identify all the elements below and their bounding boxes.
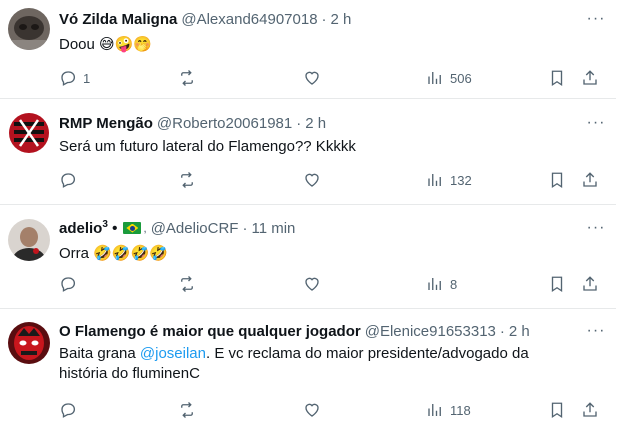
tweet-header: RMP Mengão @Roberto20061981 · 2 h xyxy=(59,113,576,133)
retweet-button[interactable] xyxy=(178,67,196,89)
reply-button[interactable] xyxy=(59,273,77,295)
tweet-header: O Flamengo é maior que qualquer jogador … xyxy=(59,321,576,341)
more-options-icon[interactable]: ··· xyxy=(582,9,610,29)
like-button[interactable] xyxy=(303,399,321,421)
views-button[interactable]: 8 xyxy=(426,273,457,295)
tweet-header: Vó Zilda Maligna @Alexand64907018 · 2 h xyxy=(59,9,576,29)
tweet-text: Baita grana @joseilan. E vc reclama do m… xyxy=(59,345,529,382)
bookmark-button[interactable] xyxy=(548,67,566,89)
brazil-flag-icon xyxy=(123,222,142,234)
retweet-icon xyxy=(181,402,193,418)
tweet-text: Orra 🤣🤣🤣🤣 xyxy=(59,245,168,262)
retweet-button[interactable] xyxy=(178,273,196,295)
views-button[interactable]: 118 xyxy=(426,399,471,421)
views-button[interactable]: 506 xyxy=(426,67,472,89)
mention-link[interactable]: @joseilan xyxy=(140,345,206,362)
tweet[interactable]: O Flamengo é maior que qualquer jogador … xyxy=(0,309,616,444)
timestamp[interactable]: 2 h xyxy=(305,115,326,132)
views-chart-icon xyxy=(428,174,441,186)
retweet-icon xyxy=(181,70,193,86)
share-button[interactable] xyxy=(581,169,599,191)
action-bar: 132 xyxy=(59,169,599,191)
like-button[interactable] xyxy=(303,169,321,191)
heart-icon xyxy=(305,403,319,417)
reply-feed: Vó Zilda Maligna @Alexand64907018 · 2 h … xyxy=(0,0,624,444)
share-button[interactable] xyxy=(581,67,599,89)
view-count: 506 xyxy=(450,70,472,86)
views-chart-icon xyxy=(428,278,441,290)
bookmark-icon xyxy=(551,402,563,419)
tweet-text: Será um futuro lateral do Flamengo?? Kkk… xyxy=(59,138,356,155)
separator-dot: · xyxy=(296,114,302,132)
user-handle[interactable]: @AdelioCRF xyxy=(151,220,239,237)
heart-icon xyxy=(305,173,319,187)
retweet-button[interactable] xyxy=(178,399,196,421)
avatar[interactable] xyxy=(8,322,50,364)
heart-icon xyxy=(305,71,319,85)
timestamp[interactable]: 11 min xyxy=(251,220,295,237)
reply-button[interactable]: 1 xyxy=(59,67,90,89)
avatar[interactable] xyxy=(8,219,50,261)
share-icon xyxy=(583,402,597,417)
more-options-icon[interactable]: ··· xyxy=(582,113,610,133)
reply-icon xyxy=(61,71,76,86)
bookmark-button[interactable] xyxy=(548,273,566,295)
separator-dot: · xyxy=(499,322,505,340)
like-button[interactable] xyxy=(303,273,321,295)
share-icon xyxy=(583,70,597,85)
action-bar: 118 xyxy=(59,399,599,421)
retweet-icon xyxy=(181,172,193,188)
action-bar: 1 506 xyxy=(59,67,599,89)
like-button[interactable] xyxy=(303,67,321,89)
reply-count: 1 xyxy=(83,70,91,86)
separator-dot: · xyxy=(321,10,327,28)
badge-comma: , xyxy=(143,221,147,235)
tweet[interactable]: Vó Zilda Maligna @Alexand64907018 · 2 h … xyxy=(0,0,616,99)
tweet-text: Doou 😅🤪🤭 xyxy=(59,36,153,53)
action-bar: 8 xyxy=(59,273,599,295)
share-button[interactable] xyxy=(581,399,599,421)
view-count: 8 xyxy=(450,276,458,292)
reply-icon xyxy=(61,277,76,292)
heart-icon xyxy=(305,277,319,291)
user-handle[interactable]: @Alexand64907018 xyxy=(181,11,317,28)
separator-dot: · xyxy=(242,219,248,237)
view-count: 118 xyxy=(450,402,471,418)
views-button[interactable]: 132 xyxy=(426,169,472,191)
reply-button[interactable] xyxy=(59,169,77,191)
bookmark-button[interactable] xyxy=(548,399,566,421)
timestamp[interactable]: 2 h xyxy=(331,11,352,28)
view-count: 132 xyxy=(450,172,472,188)
tweet[interactable]: adelio3 • , @AdelioCRF · 11 min ··· Orra… xyxy=(0,205,616,309)
bookmark-button[interactable] xyxy=(548,169,566,191)
share-icon xyxy=(583,172,597,187)
bookmark-icon xyxy=(551,172,563,189)
share-button[interactable] xyxy=(581,273,599,295)
tweet[interactable]: RMP Mengão @Roberto20061981 · 2 h ··· Se… xyxy=(0,99,616,205)
more-options-icon[interactable]: ··· xyxy=(582,218,610,238)
bookmark-icon xyxy=(551,276,563,293)
user-handle[interactable]: @Elenice91653313 xyxy=(365,323,496,340)
views-chart-icon xyxy=(428,404,441,416)
share-icon xyxy=(583,276,597,291)
bookmark-icon xyxy=(551,70,563,87)
reply-icon xyxy=(61,403,76,418)
tweet-header: adelio3 • , @AdelioCRF · 11 min xyxy=(59,218,576,238)
display-name[interactable]: O Flamengo é maior que qualquer jogador xyxy=(59,323,361,340)
avatar[interactable] xyxy=(8,8,50,50)
more-options-icon[interactable]: ··· xyxy=(582,321,610,341)
user-handle[interactable]: @Roberto20061981 xyxy=(157,115,292,132)
retweet-icon xyxy=(181,276,193,292)
reply-icon xyxy=(61,173,76,188)
views-chart-icon xyxy=(428,72,441,84)
display-name[interactable]: Vó Zilda Maligna xyxy=(59,11,177,28)
retweet-button[interactable] xyxy=(178,169,196,191)
avatar[interactable] xyxy=(8,112,50,154)
display-name[interactable]: adelio3 • xyxy=(59,219,117,237)
display-name[interactable]: RMP Mengão xyxy=(59,115,153,132)
reply-button[interactable] xyxy=(59,399,77,421)
timestamp[interactable]: 2 h xyxy=(509,323,530,340)
